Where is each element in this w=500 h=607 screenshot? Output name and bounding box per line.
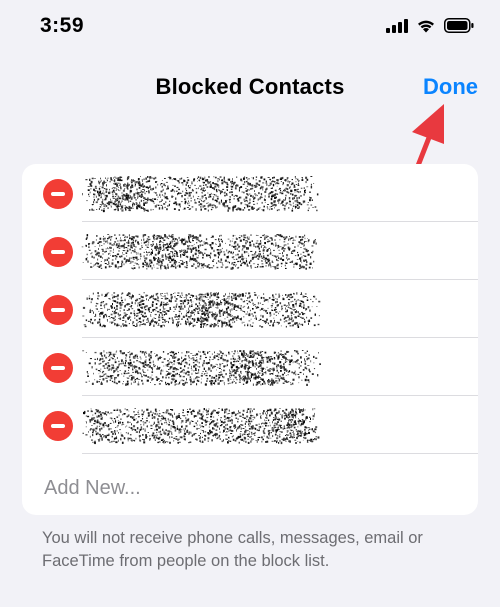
status-time: 3:59 <box>40 14 85 37</box>
redacted-contact-name <box>82 292 321 328</box>
divider <box>82 453 478 454</box>
block-list-note: You will not receive phone calls, messag… <box>42 529 423 570</box>
remove-contact-button[interactable] <box>43 411 73 441</box>
remove-contact-button[interactable] <box>43 353 73 383</box>
remove-contact-button[interactable] <box>43 179 73 209</box>
add-new-button[interactable]: Add New... <box>44 477 141 500</box>
redacted-contact-name <box>82 176 319 213</box>
list-item <box>22 338 478 396</box>
list-item <box>22 280 478 338</box>
cellular-signal-icon <box>386 18 408 33</box>
list-item <box>22 164 478 222</box>
redacted-contact-name <box>82 408 320 445</box>
status-bar: 3:59 <box>0 0 500 60</box>
done-button[interactable]: Done <box>423 74 478 100</box>
redacted-contact-name <box>81 234 317 270</box>
remove-contact-button[interactable] <box>43 237 73 267</box>
list-item <box>22 396 478 454</box>
redacted-contact-name <box>82 350 321 386</box>
blocked-contacts-list: Add New... <box>22 164 478 515</box>
wifi-icon <box>418 20 434 33</box>
battery-icon <box>444 18 474 33</box>
remove-contact-button[interactable] <box>43 295 73 325</box>
status-icons <box>386 18 474 33</box>
list-item <box>22 222 478 280</box>
